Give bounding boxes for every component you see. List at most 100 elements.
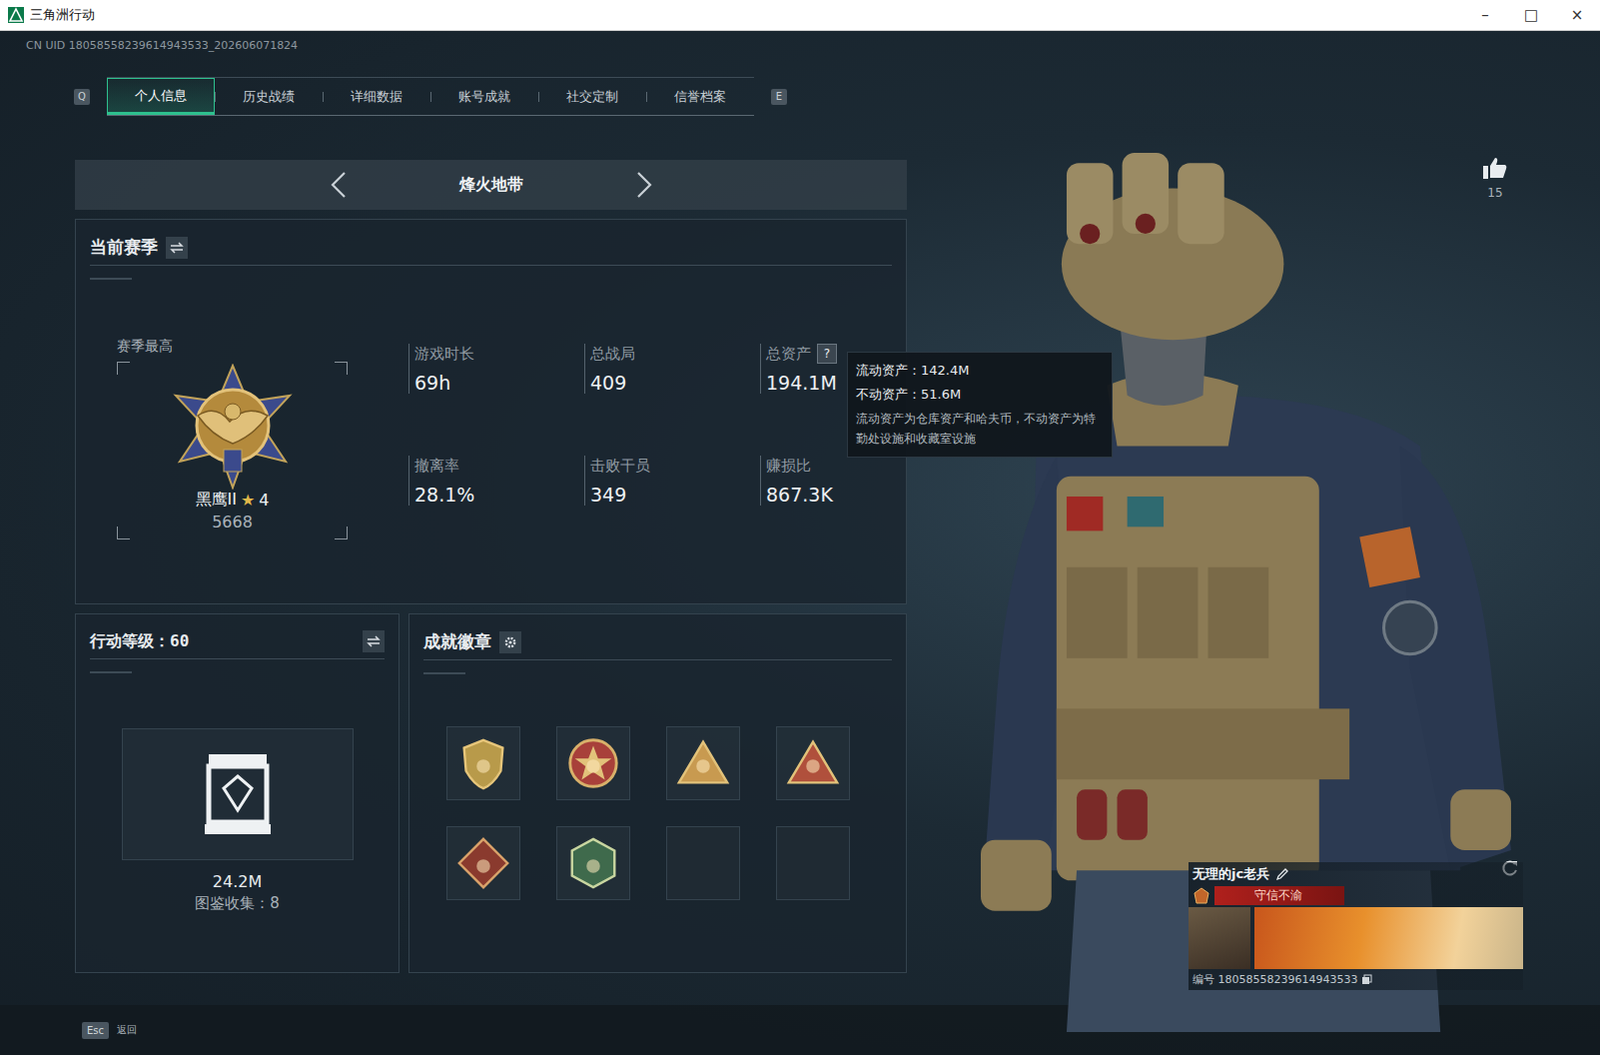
achievement-badge-icon bbox=[784, 734, 842, 793]
badge-slot[interactable] bbox=[776, 825, 850, 900]
profile-screen: CN UID 18058558239614943533_202606071824… bbox=[0, 30, 1600, 1055]
badge-slot[interactable] bbox=[446, 726, 521, 800]
tab[interactable]: 个人信息 bbox=[106, 77, 215, 115]
title-row: 守信不渝 bbox=[1188, 885, 1524, 907]
badges-title: 成就徽章 bbox=[423, 630, 492, 654]
stat-label: 撤离率 bbox=[414, 455, 585, 476]
stat-item: 击败干员349 bbox=[584, 455, 761, 506]
level-title: 行动等级：60 bbox=[89, 631, 189, 653]
back-key[interactable]: Esc bbox=[81, 1021, 109, 1039]
stat-value: 409 bbox=[590, 371, 761, 394]
uid-text: CN UID 18058558239614943533_202606071824 bbox=[0, 30, 1600, 53]
stat-label: 游戏时长 bbox=[414, 343, 585, 364]
achievement-badge-icon bbox=[454, 833, 513, 892]
stat-label: 总战局 bbox=[590, 343, 761, 364]
avatar-image bbox=[1188, 906, 1251, 969]
collection-count: 图鉴收集：8 bbox=[89, 893, 385, 913]
game-window: 三角洲行动 –□×CN UID 18058558239614943533_2026… bbox=[0, 0, 1600, 1055]
like-count: 15 bbox=[1487, 185, 1503, 200]
season-header: 当前赛季 bbox=[89, 235, 892, 266]
swap-icon bbox=[366, 635, 381, 648]
main-column: 烽火地带当前赛季赛季最高黑鹰II★45668游戏时长69h总战局409总资产?1… bbox=[74, 159, 907, 973]
rank-text: 黑鹰II bbox=[195, 489, 237, 511]
season-panel: 当前赛季赛季最高黑鹰II★45668游戏时长69h总战局409总资产?194.1… bbox=[74, 218, 907, 605]
tooltip-note: 流动资产为仓库资产和哈夫币，不动资产为特勤处设施和收藏室设施 bbox=[855, 408, 1104, 449]
window-controls: –□× bbox=[1462, 0, 1600, 30]
thumbs-up-icon bbox=[1482, 155, 1509, 180]
swap-icon bbox=[169, 241, 184, 254]
frame-corner bbox=[116, 361, 130, 375]
asset-tooltip: 流动资产：142.4M不动资产：51.6M流动资产为仓库资产和哈夫币，不动资产为… bbox=[846, 351, 1113, 458]
frame-corner bbox=[334, 526, 348, 540]
frame-corner bbox=[334, 361, 348, 375]
stat-value: 28.1% bbox=[414, 483, 585, 506]
rank-stars: 4 bbox=[258, 490, 269, 510]
back-label[interactable]: 返回 bbox=[116, 1022, 137, 1037]
tab[interactable]: 信誉档案 bbox=[646, 77, 755, 115]
stat-item: 赚损比 867.3K bbox=[760, 455, 936, 506]
window-control-button[interactable]: × bbox=[1554, 0, 1600, 30]
tab[interactable]: 历史战绩 bbox=[214, 77, 323, 115]
rank-star-icon: ★ bbox=[240, 490, 255, 510]
app-logo-icon bbox=[7, 6, 24, 23]
achievement-badge-icon bbox=[454, 734, 513, 793]
collection-card[interactable] bbox=[121, 728, 354, 860]
like-button[interactable]: 15 bbox=[1482, 155, 1509, 200]
rank-frame: 黑鹰II★45668 bbox=[116, 361, 348, 540]
chevron-right-icon[interactable] bbox=[633, 169, 656, 200]
level-header: 行动等级：60 bbox=[89, 630, 385, 660]
edit-pencil-icon[interactable] bbox=[1275, 866, 1290, 881]
badges-panel: 成就徽章 bbox=[408, 613, 907, 973]
stat-value: 867.3K bbox=[766, 483, 936, 506]
tooltip-line: 不动资产：51.6M bbox=[855, 382, 1104, 407]
help-button[interactable]: ? bbox=[816, 343, 837, 364]
achievement-badge-icon bbox=[674, 734, 733, 793]
tab[interactable]: 详细数据 bbox=[322, 77, 431, 115]
banner-image bbox=[1254, 906, 1524, 969]
copy-icon[interactable] bbox=[1361, 973, 1373, 985]
bottom-row: 行动等级：6024.2M图鉴收集：8 成就徽章 bbox=[74, 613, 907, 973]
title-emblem-icon bbox=[1192, 886, 1211, 905]
frame-corner bbox=[116, 526, 130, 540]
badge-slot[interactable] bbox=[556, 726, 631, 800]
player-name: 无理的jc老兵 bbox=[1192, 864, 1270, 883]
level-panel: 行动等级：6024.2M图鉴收集：8 bbox=[74, 613, 400, 973]
tab[interactable]: 社交定制 bbox=[538, 77, 647, 115]
season-body: 赛季最高黑鹰II★45668游戏时长69h总战局409总资产?194.1M撤离率… bbox=[89, 337, 892, 540]
rank-name: 黑鹰II★4 bbox=[195, 489, 270, 511]
stat-label: 赚损比 bbox=[766, 455, 936, 476]
chevron-left-icon[interactable] bbox=[327, 169, 350, 200]
header-decoration bbox=[423, 672, 466, 675]
player-card: 无理的jc老兵守信不渝编号 18058558239614943533 bbox=[1188, 861, 1524, 990]
player-title-tag: 守信不渝 bbox=[1214, 885, 1345, 905]
swap-button[interactable] bbox=[362, 630, 385, 653]
window-control-button[interactable]: □ bbox=[1508, 0, 1555, 30]
badge-slot[interactable] bbox=[666, 825, 741, 900]
window-title: 三角洲行动 bbox=[29, 5, 95, 24]
badge-slot[interactable] bbox=[666, 726, 741, 800]
best-label: 赛季最高 bbox=[116, 337, 358, 356]
display-case-icon bbox=[202, 752, 273, 836]
id-row: 编号 18058558239614943533 bbox=[1188, 968, 1524, 990]
stat-item: 撤离率 28.1% bbox=[408, 455, 585, 506]
rank-block: 赛季最高黑鹰II★45668 bbox=[116, 337, 358, 540]
stat-value: 349 bbox=[590, 483, 761, 506]
prev-tab-key[interactable]: Q bbox=[73, 88, 90, 105]
next-tab-key[interactable]: E bbox=[771, 88, 788, 105]
badge-grid bbox=[403, 726, 892, 900]
stat-value: 69h bbox=[414, 371, 585, 394]
badge-slot[interactable] bbox=[556, 825, 631, 900]
tooltip-line: 流动资产：142.4M bbox=[855, 358, 1104, 383]
stat-item: 游戏时长 69h bbox=[408, 343, 585, 394]
settings-button[interactable] bbox=[499, 631, 522, 654]
mode-selector: 烽火地带 bbox=[74, 159, 907, 210]
mode-label: 烽火地带 bbox=[459, 174, 524, 196]
tab-row: Q 个人信息历史战绩详细数据账号成就社交定制信誉档案 E bbox=[73, 76, 1600, 116]
name-row: 无理的jc老兵 bbox=[1188, 861, 1524, 886]
badge-slot[interactable] bbox=[776, 726, 850, 800]
swap-button[interactable] bbox=[165, 236, 188, 259]
badge-slot[interactable] bbox=[446, 825, 521, 900]
achievement-badge-icon bbox=[564, 833, 623, 892]
tab[interactable]: 账号成就 bbox=[430, 77, 539, 115]
window-control-button[interactable]: – bbox=[1462, 0, 1509, 30]
